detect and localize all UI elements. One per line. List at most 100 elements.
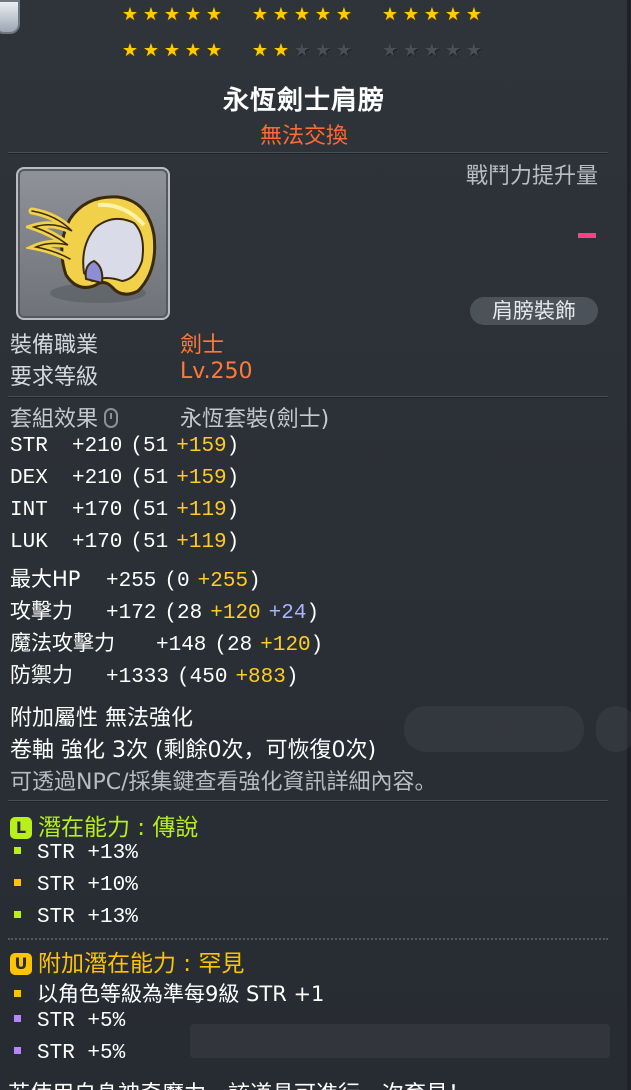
star-filled-icon: ★ [121, 40, 139, 61]
stat-base: (51 [130, 467, 169, 490]
stat-name: 魔法攻擊力 [10, 631, 115, 655]
star-empty-icon: ★ [423, 40, 441, 61]
attribute-line: 附加屬性 無法強化 [10, 706, 193, 731]
divider [8, 938, 608, 940]
stat-base: (450 [177, 666, 228, 689]
stat-base: (51 [130, 499, 169, 522]
star-filled-icon: ★ [142, 40, 160, 61]
stat-close: ) [226, 435, 240, 458]
stat-close: ) [310, 634, 324, 657]
additional-potential-line: 以角色等級為準每9級 STR +1 [14, 978, 324, 1008]
background-bar [190, 1024, 610, 1058]
stat-base: (0 [164, 570, 190, 593]
background-equip-button [404, 706, 584, 752]
stat-name: LUK [10, 531, 48, 554]
star-filled-icon: ★ [251, 40, 269, 61]
bottom-note: 若使用自身神奇魔力，該道具可進行一次育見！ [8, 1076, 470, 1090]
bullet-icon [14, 1047, 21, 1054]
shoulder-armor-icon [26, 195, 157, 303]
star-empty-icon: ★ [402, 40, 420, 61]
category-badge: 肩膀裝飾 [470, 297, 598, 325]
stat-row: 攻擊力 +172 (28 +120 +24) [10, 595, 319, 625]
divider [8, 800, 608, 802]
star-empty-icon: ★ [381, 40, 399, 61]
set-name: 永恆套裝(劍士) [180, 407, 330, 432]
star-filled-icon: ★ [314, 4, 332, 25]
stat-bonus: +119 [176, 499, 227, 522]
item-icon-frame [16, 167, 170, 320]
star-group-1: ★ ★ ★ ★ ★ [121, 6, 223, 24]
star-filled-icon: ★ [205, 40, 223, 61]
stat-row: 魔法攻擊力 +148 (28 +120) [10, 627, 323, 657]
divider [8, 396, 608, 398]
star-filled-icon: ★ [184, 40, 202, 61]
stat-close: ) [226, 467, 240, 490]
star-filled-icon: ★ [423, 4, 441, 25]
stat-bonus: +883 [235, 666, 286, 689]
star-filled-icon: ★ [121, 4, 139, 25]
stat-total: +255 [106, 570, 157, 593]
star-filled-icon: ★ [251, 4, 269, 25]
stat-bonus: +159 [176, 467, 227, 490]
bullet-icon [14, 911, 21, 918]
star-filled-icon: ★ [335, 4, 353, 25]
stat-total: +148 [156, 634, 207, 657]
hint-line: 可透過NPC/採集鍵查看強化資訊詳細內容。 [10, 770, 437, 795]
additional-potential-line: STR +5% [14, 1010, 125, 1033]
stat-close: ) [226, 531, 240, 554]
req-job-value: 劍士 [180, 333, 225, 358]
stat-bonus: +120 [260, 634, 311, 657]
tooltip-right-border [627, 0, 631, 1090]
star-force-row-2: ★ ★ ★ ★ ★ ★ ★ ★ ★ ★ ★ ★ ★ ★ ★ [0, 42, 631, 72]
divider [8, 152, 608, 154]
combat-power-label: 戰鬥力提升量 [465, 164, 598, 189]
star-filled-icon: ★ [465, 4, 483, 25]
stat-row: DEX +210 (51 +159) [10, 467, 239, 490]
additional-potential-title: 附加潛在能力 : 罕見 [38, 951, 245, 977]
potential-line: STR +10% [14, 874, 138, 897]
star-filled-icon: ★ [444, 4, 462, 25]
req-level-value: Lv.250 [180, 359, 253, 384]
stat-base: (51 [130, 435, 169, 458]
star-group-5: ★ ★ ★ ★ ★ [251, 42, 353, 60]
star-force-row-1: ★ ★ ★ ★ ★ ★ ★ ★ ★ ★ ★ ★ ★ ★ ★ [0, 6, 631, 36]
stat-bonus: +120 [210, 602, 261, 625]
additional-potential-line: STR +5% [14, 1042, 125, 1065]
bullet-icon [14, 990, 21, 997]
stat-name: STR [10, 435, 48, 458]
item-tooltip: ★ ★ ★ ★ ★ ★ ★ ★ ★ ★ ★ ★ ★ ★ ★ ★ ★ ★ ★ ★ ★ ★ ★ ★ ★ ★ ★ ★ ★ ★ 永恆劍士… [0, 0, 631, 1090]
star-group-3: ★ ★ ★ ★ ★ [381, 6, 483, 24]
stat-extra: +24 [268, 602, 307, 625]
stat-total: +210 [72, 435, 123, 458]
combat-power-value: - [578, 233, 596, 238]
stat-name: 攻擊力 [10, 599, 73, 623]
stat-total: +172 [106, 602, 157, 625]
stat-close: ) [285, 666, 299, 689]
bullet-icon [14, 1015, 21, 1022]
star-filled-icon: ★ [272, 40, 290, 61]
star-filled-icon: ★ [272, 4, 290, 25]
stat-name: INT [10, 499, 48, 522]
lock-icon [104, 408, 119, 428]
background-button [596, 706, 631, 752]
star-empty-icon: ★ [465, 40, 483, 61]
stat-close: ) [248, 570, 261, 593]
bullet-icon [14, 879, 21, 886]
bullet-icon [14, 847, 21, 854]
legendary-badge: L [10, 817, 32, 839]
stat-base: (28 [214, 634, 253, 657]
stat-total: +1333 [106, 666, 170, 689]
scroll-line: 卷軸 強化 3次 (剩餘0次，可恢復0次) [10, 738, 377, 763]
star-group-6: ★ ★ ★ ★ ★ [381, 42, 483, 60]
stat-total: +170 [72, 499, 123, 522]
req-level-label: 要求等級 [10, 365, 99, 390]
req-job-label: 裝備職業 [10, 333, 99, 358]
stat-close: ) [306, 602, 320, 625]
potential-header: L 潛在能力 : 傳說 [10, 808, 198, 842]
item-name: 永恆劍士肩膀 [222, 86, 385, 116]
set-effect-title[interactable]: 套組效果 [10, 401, 119, 433]
stat-row: 防禦力 +1333 (450 +883) [10, 659, 298, 689]
star-filled-icon: ★ [142, 4, 160, 25]
stat-total: +170 [72, 531, 123, 554]
stat-name: 防禦力 [10, 663, 73, 687]
